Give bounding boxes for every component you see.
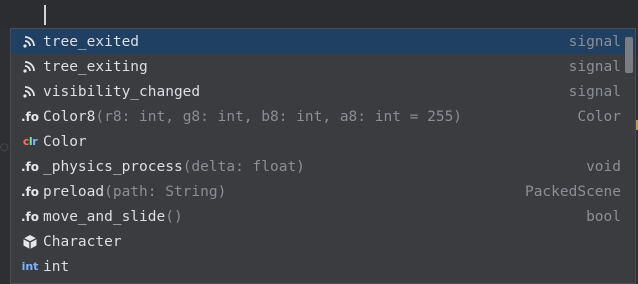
completion-name: Color [43,133,87,150]
signal-icon [17,85,43,99]
completion-item-color[interactable]: clr Color [11,129,635,154]
completion-item-int[interactable]: int int [11,254,635,279]
completion-type: signal [568,33,621,50]
completion-signature: (delta: float) [182,158,305,175]
function-icon: .fo [20,184,40,199]
gutter-marker-icon: ◌ [0,142,9,153]
completion-signature: () [165,208,183,225]
completion-name: Character [43,233,122,250]
completion-name: _physics_process [43,158,183,175]
completion-name: Color8 [43,108,96,125]
completion-type: bool [586,208,621,225]
class-icon [17,234,43,250]
completion-type: PackedScene [524,183,621,200]
completion-type: signal [568,58,621,75]
completion-item-preload[interactable]: .fo preload (path: String) PackedScene [11,179,635,204]
signal-icon [17,60,43,74]
completion-name: preload [43,183,105,200]
completion-type: Color [577,108,621,125]
popup-scrollbar[interactable] [625,37,633,73]
completion-item-move-and-slide[interactable]: .fo move_and_slide () bool [11,204,635,229]
completion-item-character[interactable]: Character [11,229,635,254]
signal-icon [17,35,43,49]
text-caret [44,5,46,25]
completion-type: void [586,158,621,175]
completion-item-visibility-changed[interactable]: visibility_changed signal [11,79,635,104]
editor-current-line[interactable] [0,0,638,28]
int-type-icon: int [21,260,39,273]
autocomplete-popup[interactable]: tree_exited signal tree_exiting signal v… [10,28,636,284]
completion-item-physics-process[interactable]: .fo _physics_process (delta: float) void [11,154,635,179]
completion-name: tree_exited [43,33,140,50]
color-class-icon: clr [22,135,38,148]
completion-signature: (r8: int, g8: int, b8: int, a8: int = 25… [95,108,463,125]
function-icon: .fo [20,109,40,124]
completion-name: tree_exiting [43,58,148,75]
completion-item-tree-exited[interactable]: tree_exited signal [11,29,635,54]
function-icon: .fo [20,209,40,224]
function-icon: .fo [20,159,40,174]
completion-name: visibility_changed [43,83,201,100]
completion-type: signal [568,83,621,100]
completion-item-color8[interactable]: .fo Color8 (r8: int, g8: int, b8: int, a… [11,104,635,129]
completion-signature: (path: String) [104,183,227,200]
completion-name: move_and_slide [43,208,166,225]
completion-name: int [43,258,70,275]
completion-item-tree-exiting[interactable]: tree_exiting signal [11,54,635,79]
